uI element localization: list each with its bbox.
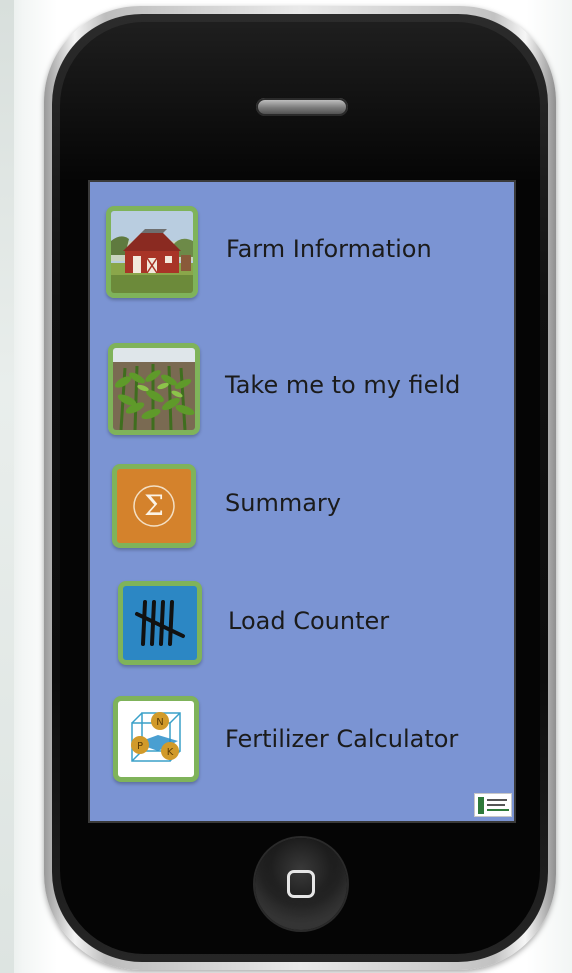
- speaker-grille: [256, 98, 348, 116]
- sigma-symbol: Σ: [144, 489, 164, 522]
- menu-item-fertilizer-calculator[interactable]: N P K Fertilizer Calculator: [113, 696, 483, 784]
- menu-item-label: Load Counter: [228, 607, 390, 635]
- menu-item-farm-information[interactable]: Farm Information: [106, 206, 466, 298]
- menu-item-label: Take me to my field: [225, 371, 461, 399]
- menu-item-label: Fertilizer Calculator: [225, 725, 459, 753]
- barn-icon: [106, 206, 198, 298]
- background-strip: [0, 0, 14, 973]
- home-square-icon: [287, 870, 315, 898]
- corn-field-icon: [108, 343, 200, 435]
- menu-item-take-me-to-my-field[interactable]: Take me to my field: [108, 343, 468, 435]
- potassium-label: K: [167, 747, 174, 758]
- menu-item-label: Summary: [225, 489, 341, 517]
- menu-item-summary[interactable]: Σ Summary: [112, 464, 412, 550]
- tally-marks-icon: [118, 581, 202, 665]
- npk-icon: N P K: [113, 696, 199, 782]
- sigma-icon: Σ: [112, 464, 196, 548]
- menu-item-load-counter[interactable]: Load Counter: [118, 581, 418, 667]
- menu-item-label: Farm Information: [226, 235, 432, 263]
- extension-logo: [474, 793, 512, 817]
- phosphorus-label: P: [137, 741, 143, 752]
- nitrogen-label: N: [156, 717, 163, 728]
